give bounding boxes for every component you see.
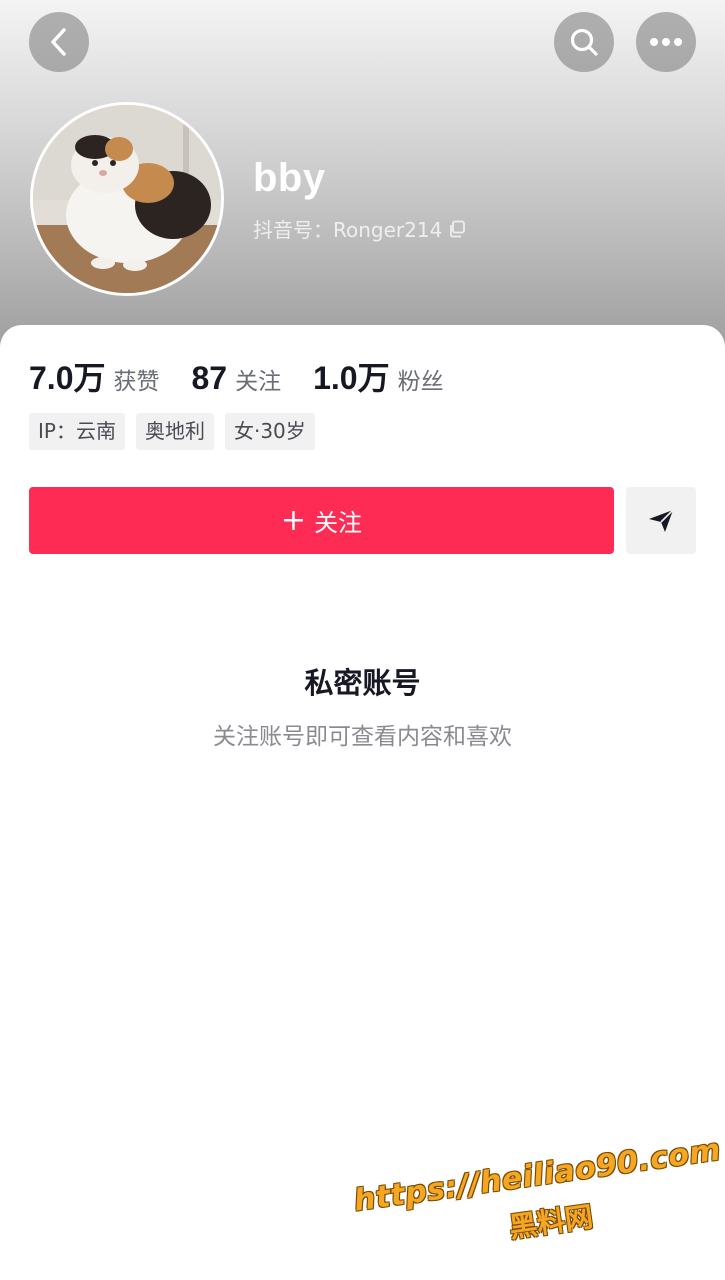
profile-username: bby xyxy=(253,156,326,200)
plus-icon: + xyxy=(280,502,307,538)
stat-likes[interactable]: 7.0万 获赞 xyxy=(29,353,160,399)
stat-label: 粉丝 xyxy=(397,369,444,395)
follow-button[interactable]: + 关注 xyxy=(29,487,614,554)
send-message-button[interactable] xyxy=(626,487,696,554)
stat-followers[interactable]: 1.0万 粉丝 xyxy=(313,353,444,399)
stat-value: 7.0万 xyxy=(29,360,106,396)
send-icon xyxy=(649,508,674,532)
chevron-left-icon xyxy=(51,28,66,56)
stat-following[interactable]: 87 关注 xyxy=(192,360,282,397)
watermark-name: 黑料网 xyxy=(507,1199,595,1245)
private-account-subtitle: 关注账号即可查看内容和喜欢 xyxy=(213,724,512,750)
more-button[interactable] xyxy=(636,12,696,72)
tag-location: 奥地利 xyxy=(135,413,214,450)
search-icon xyxy=(570,28,598,56)
copy-icon[interactable] xyxy=(448,220,466,238)
stat-label: 关注 xyxy=(235,369,282,395)
more-dots-icon xyxy=(650,38,682,46)
private-account-title: 私密账号 xyxy=(304,666,421,700)
profile-tags: IP：云南 奥地利 女·30岁 xyxy=(29,413,315,450)
stat-value: 87 xyxy=(191,360,228,396)
search-button[interactable] xyxy=(554,12,614,72)
tag-gender-age: 女·30岁 xyxy=(224,413,315,450)
stat-label: 获赞 xyxy=(113,369,160,395)
follow-button-label: 关注 xyxy=(314,509,363,537)
avatar-image xyxy=(33,105,221,293)
douyin-id[interactable]: 抖音号：Ronger214 xyxy=(253,214,466,243)
avatar[interactable] xyxy=(30,102,224,296)
stat-value: 1.0万 xyxy=(313,360,390,396)
tag-ip: IP：云南 xyxy=(29,413,125,450)
douyin-id-text: 抖音号：Ronger214 xyxy=(253,218,443,242)
back-button[interactable] xyxy=(29,12,89,72)
profile-stats: 7.0万 获赞 87 关注 1.0万 粉丝 xyxy=(29,353,476,399)
